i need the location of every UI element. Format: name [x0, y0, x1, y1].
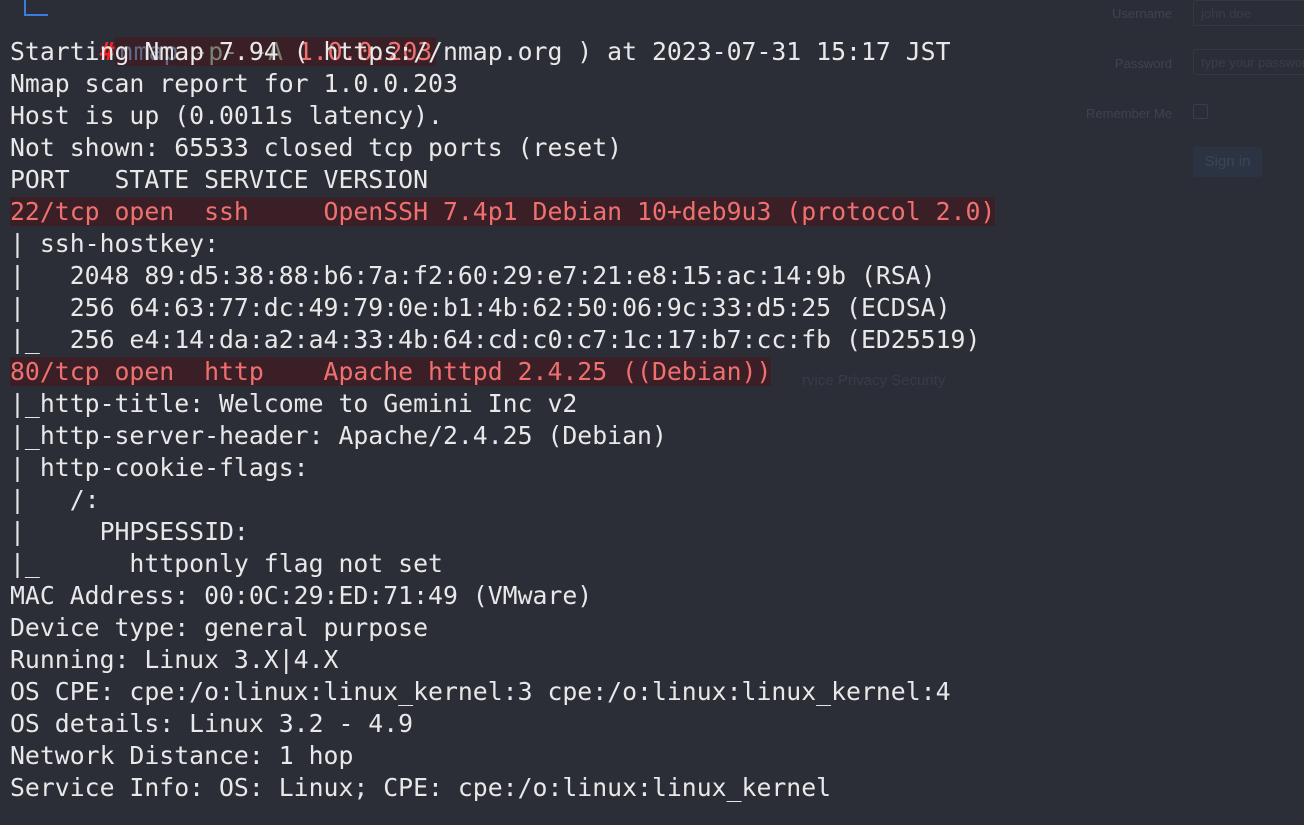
output-text: | 256 64:63:77:dc:49:79:0e:b1:4b:62:50:0… — [10, 293, 951, 322]
output-text: | ssh-hostkey: — [10, 229, 234, 258]
output-text: Network Distance: 1 hop — [10, 741, 354, 770]
output-text: Device type: general purpose — [10, 613, 429, 642]
output-line-open-port: 80/tcp open http Apache httpd 2.4.25 ((D… — [10, 356, 995, 388]
output-text: | /: — [10, 485, 115, 514]
output-line: | /: — [10, 484, 995, 516]
output-line: OS CPE: cpe:/o:linux:linux_kernel:3 cpe:… — [10, 676, 995, 708]
output-text: MAC Address: 00:0C:29:ED:71:49 (VMware) — [10, 581, 593, 610]
output-line: Device type: general purpose — [10, 612, 995, 644]
remember-checkbox[interactable] — [1193, 104, 1208, 119]
output-line: | ssh-hostkey: — [10, 228, 995, 260]
prompt-line: # nmap -p- -A 1.0.0.203 — [10, 0, 995, 66]
output-text: |_ 256 e4:14:da:a2:a4:33:4b:64:cd:c0:c7:… — [10, 325, 981, 354]
output-line: Service Info: OS: Linux; CPE: cpe:/o:lin… — [10, 772, 995, 804]
output-line: Nmap scan report for 1.0.0.203 — [10, 68, 995, 100]
output-line: Not shown: 65533 closed tcp ports (reset… — [10, 132, 995, 164]
output-text: 22/tcp open ssh OpenSSH 7.4p1 Debian 10+… — [10, 197, 996, 226]
output-line: |_http-title: Welcome to Gemini Inc v2 — [10, 388, 995, 420]
password-label: Password — [1114, 56, 1172, 71]
output-text: OS CPE: cpe:/o:linux:linux_kernel:3 cpe:… — [10, 677, 951, 706]
output-line: |_ 256 e4:14:da:a2:a4:33:4b:64:cd:c0:c7:… — [10, 324, 995, 356]
output-line: Network Distance: 1 hop — [10, 740, 995, 772]
output-text: Not shown: 65533 closed tcp ports (reset… — [10, 133, 623, 162]
output-text: Host is up (0.0011s latency). — [10, 101, 443, 130]
output-line: | 2048 89:d5:38:88:b6:7a:f2:60:29:e7:21:… — [10, 260, 995, 292]
output-text: PORT STATE SERVICE VERSION — [10, 165, 429, 194]
output-line: | PHPSESSID: — [10, 516, 995, 548]
output-line: Starting Nmap 7.94 ( https://nmap.org ) … — [10, 36, 995, 68]
output-line: OS details: Linux 3.2 - 4.9 — [10, 708, 995, 740]
sign-in-button[interactable]: Sign in — [1193, 147, 1262, 177]
background-login-form: Username john.doe Password type your pas… — [1040, 0, 1304, 200]
remember-label: Remember Me — [1086, 106, 1172, 121]
output-text: |_ httponly flag not set — [10, 549, 443, 578]
output-line: PORT STATE SERVICE VERSION — [10, 164, 995, 196]
output-text: 80/tcp open http Apache httpd 2.4.25 ((D… — [10, 357, 772, 386]
output-text: | http-cookie-flags: — [10, 453, 324, 482]
output-text: OS details: Linux 3.2 - 4.9 — [10, 709, 414, 738]
output-line: |_http-server-header: Apache/2.4.25 (Deb… — [10, 420, 995, 452]
output-text: | 2048 89:d5:38:88:b6:7a:f2:60:29:e7:21:… — [10, 261, 936, 290]
output-text: Running: Linux 3.X|4.X — [10, 645, 339, 674]
password-input[interactable]: type your password — [1193, 49, 1304, 75]
output-text: |_http-server-header: Apache/2.4.25 (Deb… — [10, 421, 667, 450]
output-text: Nmap scan report for 1.0.0.203 — [10, 69, 458, 98]
terminal-output: # nmap -p- -A 1.0.0.203 Starting Nmap 7.9… — [10, 0, 996, 804]
output-line: Running: Linux 3.X|4.X — [10, 644, 995, 676]
output-text: | PHPSESSID: — [10, 517, 264, 546]
prompt-corner-icon — [24, 0, 48, 16]
output-text: Starting Nmap 7.94 ( https://nmap.org ) … — [10, 37, 951, 66]
output-line: Host is up (0.0011s latency). — [10, 100, 995, 132]
output-line: | 256 64:63:77:dc:49:79:0e:b1:4b:62:50:0… — [10, 292, 995, 324]
output-line: MAC Address: 00:0C:29:ED:71:49 (VMware) — [10, 580, 995, 612]
username-label: Username — [1112, 6, 1172, 21]
output-text: |_http-title: Welcome to Gemini Inc v2 — [10, 389, 578, 418]
output-line-open-port: 22/tcp open ssh OpenSSH 7.4p1 Debian 10+… — [10, 196, 996, 228]
username-input[interactable]: john.doe — [1193, 0, 1304, 26]
output-line: |_ httponly flag not set — [10, 548, 995, 580]
output-line: | http-cookie-flags: — [10, 452, 995, 484]
output-text: Service Info: OS: Linux; CPE: cpe:/o:lin… — [10, 773, 832, 802]
